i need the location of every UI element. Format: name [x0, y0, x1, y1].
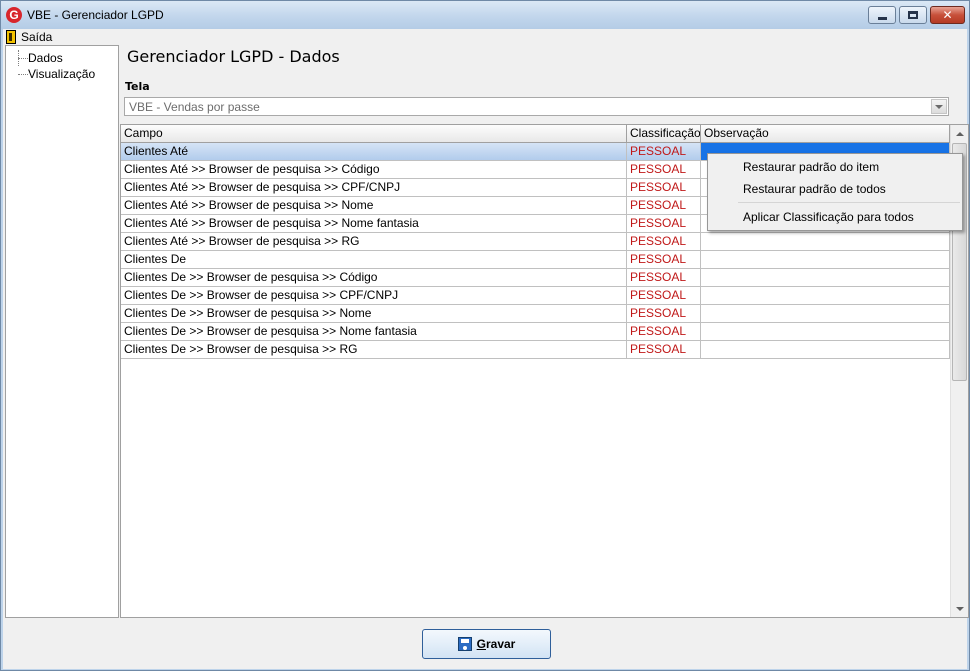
cell-campo[interactable]: Clientes Até >> Browser de pesquisa >> C… [121, 179, 627, 196]
tree-item-label: Visualização [28, 67, 96, 81]
tela-select[interactable]: VBE - Vendas por passe [124, 97, 949, 116]
table-row[interactable]: Clientes Até >> Browser de pesquisa >> R… [121, 233, 950, 251]
tela-select-value: VBE - Vendas por passe [129, 100, 260, 114]
cell-classificacao[interactable]: PESSOAL [627, 269, 701, 286]
navigation-tree: Dados Visualização [5, 45, 119, 618]
cell-campo[interactable]: Clientes Até >> Browser de pesquisa >> N… [121, 215, 627, 232]
scroll-down-button[interactable] [951, 600, 968, 617]
menu-item-exit-label: Saída [21, 30, 53, 44]
tree-item-dados[interactable]: Dados [6, 50, 118, 66]
save-button-mnemonic: G [476, 637, 486, 651]
maximize-icon [908, 11, 918, 19]
save-button-label-rest: ravar [485, 637, 516, 651]
tree-item-label: Dados [28, 51, 63, 65]
maximize-button[interactable] [899, 6, 927, 24]
chevron-down-icon [935, 104, 943, 109]
tela-dropdown-button[interactable] [931, 99, 947, 114]
table-row[interactable]: Clientes De >> Browser de pesquisa >> No… [121, 305, 950, 323]
context-menu-restore-item[interactable]: Restaurar padrão do item [743, 160, 879, 174]
cell-classificacao[interactable]: PESSOAL [627, 161, 701, 178]
cell-classificacao[interactable]: PESSOAL [627, 197, 701, 214]
menu-bar: Saída [3, 29, 967, 45]
cell-campo[interactable]: Clientes De >> Browser de pesquisa >> No… [121, 305, 627, 322]
tree-branch-line [18, 58, 28, 59]
cell-observacao[interactable] [701, 305, 950, 322]
context-menu-apply-classification-all[interactable]: Aplicar Classificação para todos [743, 210, 914, 224]
cell-classificacao[interactable]: PESSOAL [627, 323, 701, 340]
cell-campo[interactable]: Clientes Até >> Browser de pesquisa >> R… [121, 233, 627, 250]
floppy-disk-icon [457, 637, 472, 651]
cell-campo[interactable]: Clientes De >> Browser de pesquisa >> No… [121, 323, 627, 340]
cell-classificacao[interactable]: PESSOAL [627, 143, 701, 160]
cell-campo[interactable]: Clientes De >> Browser de pesquisa >> Có… [121, 269, 627, 286]
context-menu: Restaurar padrão do item Restaurar padrã… [707, 153, 963, 231]
minimize-icon [877, 16, 887, 20]
column-header-classificacao[interactable]: Classificação [627, 125, 701, 142]
table-row[interactable]: Clientes De PESSOAL [121, 251, 950, 269]
cell-observacao[interactable] [701, 269, 950, 286]
tree-branch-line [18, 74, 28, 75]
tela-label: Tela [125, 80, 150, 93]
window-title: VBE - Gerenciador LGPD [27, 8, 164, 22]
cell-classificacao[interactable]: PESSOAL [627, 341, 701, 358]
context-menu-restore-all[interactable]: Restaurar padrão de todos [743, 182, 886, 196]
cell-classificacao[interactable]: PESSOAL [627, 251, 701, 268]
table-row[interactable]: Clientes De >> Browser de pesquisa >> Có… [121, 269, 950, 287]
cell-observacao[interactable] [701, 233, 950, 250]
menu-item-exit[interactable]: Saída [6, 29, 52, 45]
cell-classificacao[interactable]: PESSOAL [627, 305, 701, 322]
cell-observacao[interactable] [701, 287, 950, 304]
cell-campo[interactable]: Clientes Até [121, 143, 627, 160]
column-header-campo[interactable]: Campo [121, 125, 627, 142]
save-button[interactable]: Gravar [422, 629, 551, 659]
app-logo-icon: G [6, 7, 22, 23]
cell-campo[interactable]: Clientes De >> Browser de pesquisa >> RG [121, 341, 627, 358]
cell-campo[interactable]: Clientes Até >> Browser de pesquisa >> C… [121, 161, 627, 178]
column-header-observacao[interactable]: Observação [701, 125, 950, 142]
cell-campo[interactable]: Clientes Até >> Browser de pesquisa >> N… [121, 197, 627, 214]
cell-campo[interactable]: Clientes De >> Browser de pesquisa >> CP… [121, 287, 627, 304]
cell-observacao[interactable] [701, 323, 950, 340]
close-icon: ✕ [942, 8, 953, 22]
client-area: Saída Dados Visualização Gerenciador LGP… [3, 29, 969, 669]
cell-classificacao[interactable]: PESSOAL [627, 179, 701, 196]
cell-classificacao[interactable]: PESSOAL [627, 287, 701, 304]
cell-observacao[interactable] [701, 251, 950, 268]
cell-observacao[interactable] [701, 341, 950, 358]
scroll-up-button[interactable] [951, 125, 968, 142]
cell-campo[interactable]: Clientes De [121, 251, 627, 268]
close-button[interactable]: ✕ [930, 6, 965, 24]
table-row[interactable]: Clientes De >> Browser de pesquisa >> CP… [121, 287, 950, 305]
title-bar[interactable]: G VBE - Gerenciador LGPD ✕ [1, 1, 969, 29]
app-window: G VBE - Gerenciador LGPD ✕ Saída Dados V… [0, 0, 970, 671]
tree-item-visualizacao[interactable]: Visualização [6, 66, 118, 82]
exit-door-icon [6, 30, 16, 44]
table-row[interactable]: Clientes De >> Browser de pesquisa >> No… [121, 323, 950, 341]
arrow-down-icon [955, 606, 964, 611]
table-row[interactable]: Clientes De >> Browser de pesquisa >> RG… [121, 341, 950, 359]
context-menu-separator [738, 202, 960, 203]
cell-classificacao[interactable]: PESSOAL [627, 233, 701, 250]
save-button-label: Gravar [477, 637, 516, 651]
page-title: Gerenciador LGPD - Dados [127, 47, 340, 66]
arrow-up-icon [955, 131, 964, 136]
grid-header: Campo Classificação Observação [121, 125, 950, 143]
minimize-button[interactable] [868, 6, 896, 24]
cell-classificacao[interactable]: PESSOAL [627, 215, 701, 232]
